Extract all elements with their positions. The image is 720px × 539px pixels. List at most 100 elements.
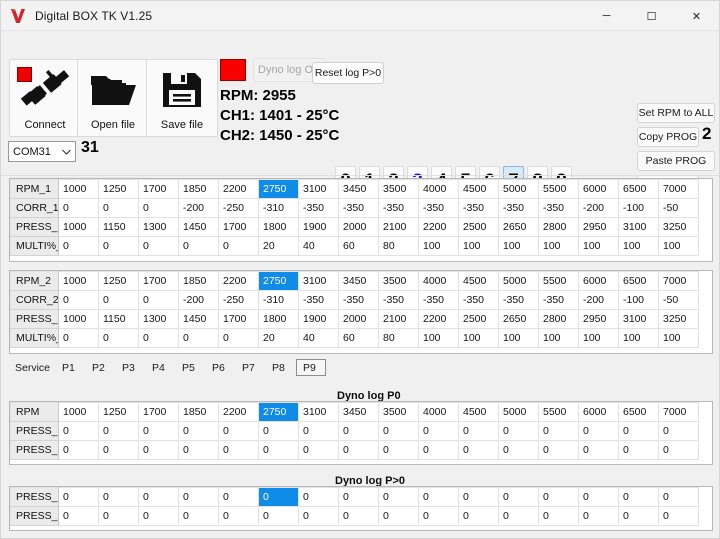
grid-cell[interactable]: 7000: [658, 402, 699, 422]
grid-cell[interactable]: 2200: [418, 309, 459, 329]
grid-cell[interactable]: 2000: [338, 217, 379, 237]
dyno-p0-table[interactable]: RPM 1000 1250 1700 1850 2200 2750 3100 3450 3500 4…: [9, 401, 713, 465]
grid-cell[interactable]: 1250: [98, 271, 139, 291]
connect-button[interactable]: Connect: [9, 59, 81, 137]
grid-cell[interactable]: 3100: [298, 402, 339, 422]
grid-cell[interactable]: 2750: [258, 402, 299, 422]
grid-cell[interactable]: 6000: [578, 402, 619, 422]
grid-cell[interactable]: 2800: [538, 309, 579, 329]
grid-cell[interactable]: 0: [578, 506, 619, 526]
grid-cell[interactable]: 0: [218, 328, 259, 348]
grid-cell[interactable]: 1800: [258, 217, 299, 237]
paste-prog-button[interactable]: Paste PROG: [637, 151, 715, 171]
grid-cell[interactable]: 0: [138, 328, 179, 348]
grid-cell[interactable]: 2200: [218, 271, 259, 291]
grid-cell[interactable]: 3450: [338, 402, 379, 422]
tab-p7[interactable]: P7: [236, 359, 266, 376]
grid-cell[interactable]: 100: [658, 236, 699, 256]
grid-cell[interactable]: 0: [378, 440, 419, 460]
grid-cell[interactable]: 6000: [578, 179, 619, 199]
dyno-pgt0-table[interactable]: PRESS_10000000000000000PRESS_20000000000…: [9, 486, 713, 531]
grid-cell[interactable]: 5500: [538, 402, 579, 422]
grid-cell[interactable]: 1000: [58, 179, 99, 199]
grid-cell[interactable]: 0: [138, 506, 179, 526]
grid-cell[interactable]: 0: [618, 440, 659, 460]
grid-cell[interactable]: 4000: [418, 271, 459, 291]
grid-cell[interactable]: 2800: [538, 217, 579, 237]
grid-cell[interactable]: 3100: [618, 217, 659, 237]
grid-cell[interactable]: -350: [298, 198, 339, 218]
grid-cell[interactable]: 0: [98, 328, 139, 348]
grid-cell[interactable]: 100: [578, 328, 619, 348]
grid-cell[interactable]: 0: [98, 506, 139, 526]
grid-cell[interactable]: 0: [338, 487, 379, 507]
grid-cell[interactable]: 1800: [258, 309, 299, 329]
grid-cell[interactable]: 20: [258, 236, 299, 256]
grid-cell[interactable]: 0: [298, 506, 339, 526]
grid-cell[interactable]: 100: [498, 328, 539, 348]
grid-cell[interactable]: -350: [338, 198, 379, 218]
grid-cell[interactable]: 0: [218, 487, 259, 507]
grid-cell[interactable]: 3100: [618, 309, 659, 329]
grid-cell[interactable]: 5000: [498, 271, 539, 291]
grid-cell[interactable]: 0: [538, 421, 579, 441]
grid-cell[interactable]: 2000: [338, 309, 379, 329]
grid-cell[interactable]: 0: [58, 198, 99, 218]
grid-cell[interactable]: 0: [418, 506, 459, 526]
grid-cell[interactable]: 0: [378, 487, 419, 507]
minimize-icon[interactable]: ─: [584, 1, 629, 31]
grid-cell[interactable]: -350: [498, 198, 539, 218]
grid-cell[interactable]: 1450: [178, 217, 219, 237]
grid-cell[interactable]: 4000: [418, 402, 459, 422]
tab-p4[interactable]: P4: [146, 359, 176, 376]
grid-cell[interactable]: 3100: [298, 271, 339, 291]
grid-cell[interactable]: -200: [578, 198, 619, 218]
grid-cell[interactable]: 3450: [338, 179, 379, 199]
grid-cell[interactable]: 2500: [458, 309, 499, 329]
grid-cell[interactable]: 3500: [378, 179, 419, 199]
grid-cell[interactable]: -200: [178, 290, 219, 310]
grid-cell[interactable]: -350: [538, 198, 579, 218]
grid-cell[interactable]: 2200: [418, 217, 459, 237]
grid-cell[interactable]: 0: [658, 440, 699, 460]
grid-cell[interactable]: 0: [498, 506, 539, 526]
grid-cell[interactable]: 6000: [578, 271, 619, 291]
grid-cell[interactable]: 2950: [578, 309, 619, 329]
grid-cell[interactable]: 0: [218, 421, 259, 441]
grid-cell[interactable]: 2100: [378, 217, 419, 237]
grid-cell[interactable]: 100: [498, 236, 539, 256]
grid-cell[interactable]: 4500: [458, 402, 499, 422]
grid-cell[interactable]: 0: [178, 236, 219, 256]
grid-cell[interactable]: 0: [418, 440, 459, 460]
grid-cell[interactable]: 0: [138, 236, 179, 256]
grid-cell[interactable]: 2650: [498, 309, 539, 329]
grid-cell[interactable]: -200: [178, 198, 219, 218]
grid-cell[interactable]: -50: [658, 198, 699, 218]
grid-cell[interactable]: -350: [298, 290, 339, 310]
grid-cell[interactable]: 1700: [138, 179, 179, 199]
grid-cell[interactable]: 0: [418, 487, 459, 507]
grid-cell[interactable]: 0: [498, 487, 539, 507]
grid-cell[interactable]: 0: [218, 236, 259, 256]
grid-cell[interactable]: 2500: [458, 217, 499, 237]
grid-cell[interactable]: 5500: [538, 271, 579, 291]
maximize-icon[interactable]: ☐: [629, 1, 674, 31]
grid-cell[interactable]: 1850: [178, 179, 219, 199]
tab-p1[interactable]: P1: [56, 359, 86, 376]
grid-cell[interactable]: 0: [618, 506, 659, 526]
grid-cell[interactable]: 0: [138, 290, 179, 310]
grid-cell[interactable]: 100: [418, 236, 459, 256]
grid-cell[interactable]: 1700: [138, 402, 179, 422]
grid-cell[interactable]: 0: [138, 198, 179, 218]
grid-cell[interactable]: 0: [98, 421, 139, 441]
grid-cell[interactable]: 2750: [258, 271, 299, 291]
tab-p5[interactable]: P5: [176, 359, 206, 376]
save-file-button[interactable]: Save file: [146, 59, 218, 137]
grid-cell[interactable]: 3500: [378, 271, 419, 291]
grid-cell[interactable]: 5500: [538, 179, 579, 199]
grid-cell[interactable]: 100: [618, 236, 659, 256]
grid-cell[interactable]: 1850: [178, 271, 219, 291]
grid-cell[interactable]: 1450: [178, 309, 219, 329]
grid-cell[interactable]: 6500: [618, 179, 659, 199]
grid-cell[interactable]: 100: [458, 328, 499, 348]
